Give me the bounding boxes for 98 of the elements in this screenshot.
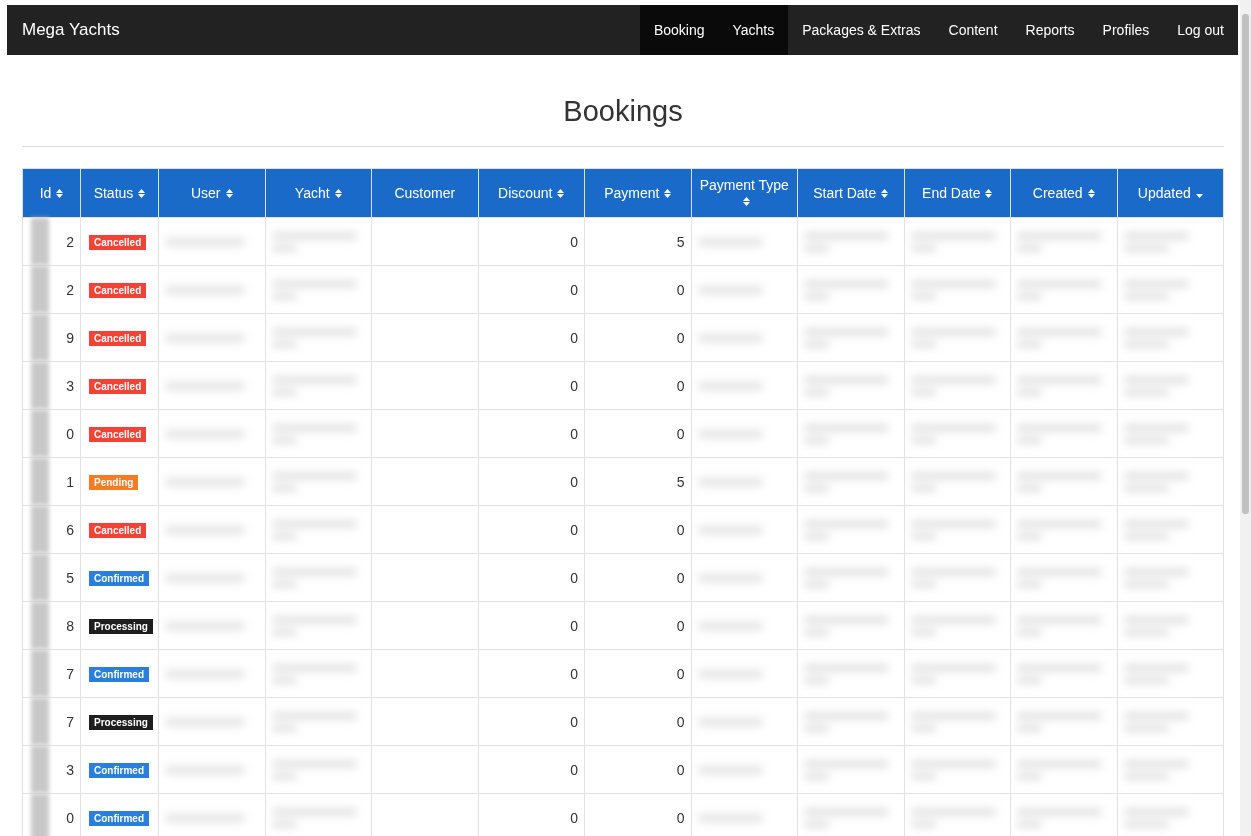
nav-item[interactable]: Content	[934, 5, 1012, 55]
discount-text: 0	[570, 809, 578, 826]
discount-text: 0	[570, 569, 578, 586]
redaction-blur	[31, 698, 49, 745]
status-badge: Confirmed	[89, 667, 149, 682]
column-header[interactable]: Payment Type	[691, 168, 798, 218]
redaction-blur	[31, 410, 49, 457]
payment-text: 0	[676, 713, 685, 730]
nav-item[interactable]: Packages & Extras	[788, 5, 935, 55]
redaction-blur	[31, 314, 49, 361]
id-text: 2	[66, 233, 74, 250]
id-text: 1	[66, 473, 74, 490]
payment-text: 0	[676, 425, 685, 442]
redaction-blur	[31, 794, 49, 836]
nav-item[interactable]: Profiles	[1088, 5, 1164, 55]
redaction-blur	[31, 266, 49, 313]
status-badge: Cancelled	[89, 427, 147, 442]
sort-icon[interactable]	[985, 189, 993, 198]
payment-text: 0	[676, 617, 685, 634]
column-header[interactable]: Updated	[1117, 168, 1224, 218]
payment-text: 0	[676, 665, 685, 682]
column-header[interactable]: Created	[1010, 168, 1117, 218]
redaction-blur	[31, 746, 49, 793]
payment-text: 0	[676, 521, 685, 538]
status-badge: Cancelled	[89, 283, 147, 298]
redaction-blur	[31, 554, 49, 601]
scrollbar[interactable]	[1240, 0, 1251, 836]
id-text: 0	[66, 425, 74, 442]
payment-text: 0	[676, 329, 685, 346]
payment-text: 0	[676, 377, 685, 394]
payment-text: 5	[676, 233, 685, 250]
nav-item[interactable]: Booking	[639, 5, 719, 55]
status-badge: Cancelled	[89, 379, 147, 394]
column-header[interactable]: Discount	[478, 168, 585, 218]
status-badge: Cancelled	[89, 331, 147, 346]
column-header[interactable]: Yacht	[265, 168, 372, 218]
discount-text: 0	[570, 233, 578, 250]
payment-text: 0	[676, 569, 685, 586]
status-badge: Processing	[89, 619, 153, 634]
status-badge: Processing	[89, 715, 153, 730]
discount-text: 0	[570, 761, 578, 778]
discount-text: 0	[570, 521, 578, 538]
id-text: 5	[66, 569, 74, 586]
nav-item[interactable]: Log out	[1163, 5, 1238, 55]
sort-icon[interactable]	[225, 189, 233, 198]
redaction-blur	[31, 362, 49, 409]
redaction-blur	[31, 458, 49, 505]
payment-text: 0	[676, 281, 685, 298]
discount-text: 0	[570, 617, 578, 634]
id-text: 7	[66, 665, 74, 682]
status-badge: Cancelled	[89, 235, 147, 250]
sort-descending-icon[interactable]	[1195, 194, 1203, 198]
id-text: 8	[66, 617, 74, 634]
status-badge: Confirmed	[89, 571, 149, 586]
sort-icon[interactable]	[138, 189, 146, 198]
brand-title[interactable]: Mega Yachts	[7, 5, 135, 55]
id-text: 7	[66, 713, 74, 730]
column-header[interactable]: Start Date	[797, 168, 904, 218]
id-text: 0	[66, 809, 74, 826]
payment-text: 0	[676, 809, 685, 826]
redaction-blur	[31, 602, 49, 649]
id-text: 3	[66, 377, 74, 394]
payment-text: 5	[676, 473, 685, 490]
status-badge: Cancelled	[89, 523, 147, 538]
column-header[interactable]: Payment	[584, 168, 691, 218]
nav-item[interactable]: Yachts	[718, 5, 789, 55]
redaction-blur	[31, 218, 49, 265]
sort-icon[interactable]	[1087, 189, 1095, 198]
id-text: 6	[66, 521, 74, 538]
column-header[interactable]: Id	[22, 168, 81, 218]
discount-text: 0	[570, 377, 578, 394]
discount-text: 0	[570, 425, 578, 442]
status-badge: Confirmed	[89, 811, 149, 826]
sort-icon[interactable]	[664, 189, 672, 198]
column-header[interactable]: Customer	[371, 168, 478, 218]
id-text: 3	[66, 761, 74, 778]
discount-text: 0	[570, 665, 578, 682]
id-text: 2	[66, 281, 74, 298]
status-badge: Pending	[89, 475, 139, 490]
discount-text: 0	[570, 281, 578, 298]
sort-icon[interactable]	[881, 189, 889, 198]
column-header[interactable]: End Date	[904, 168, 1011, 218]
page-title: Bookings	[562, 95, 684, 128]
sort-icon[interactable]	[56, 189, 64, 198]
redaction-blur	[31, 506, 49, 553]
status-badge: Confirmed	[89, 763, 149, 778]
sort-icon[interactable]	[557, 189, 565, 198]
column-header[interactable]: User	[158, 168, 265, 218]
id-text: 9	[66, 329, 74, 346]
nav-item[interactable]: Reports	[1011, 5, 1089, 55]
column-header[interactable]: Status	[80, 168, 159, 218]
redaction-blur	[31, 650, 49, 697]
discount-text: 0	[570, 713, 578, 730]
discount-text: 0	[570, 329, 578, 346]
payment-text: 0	[676, 761, 685, 778]
sort-icon[interactable]	[743, 197, 751, 206]
sort-icon[interactable]	[334, 189, 342, 198]
discount-text: 0	[570, 473, 578, 490]
